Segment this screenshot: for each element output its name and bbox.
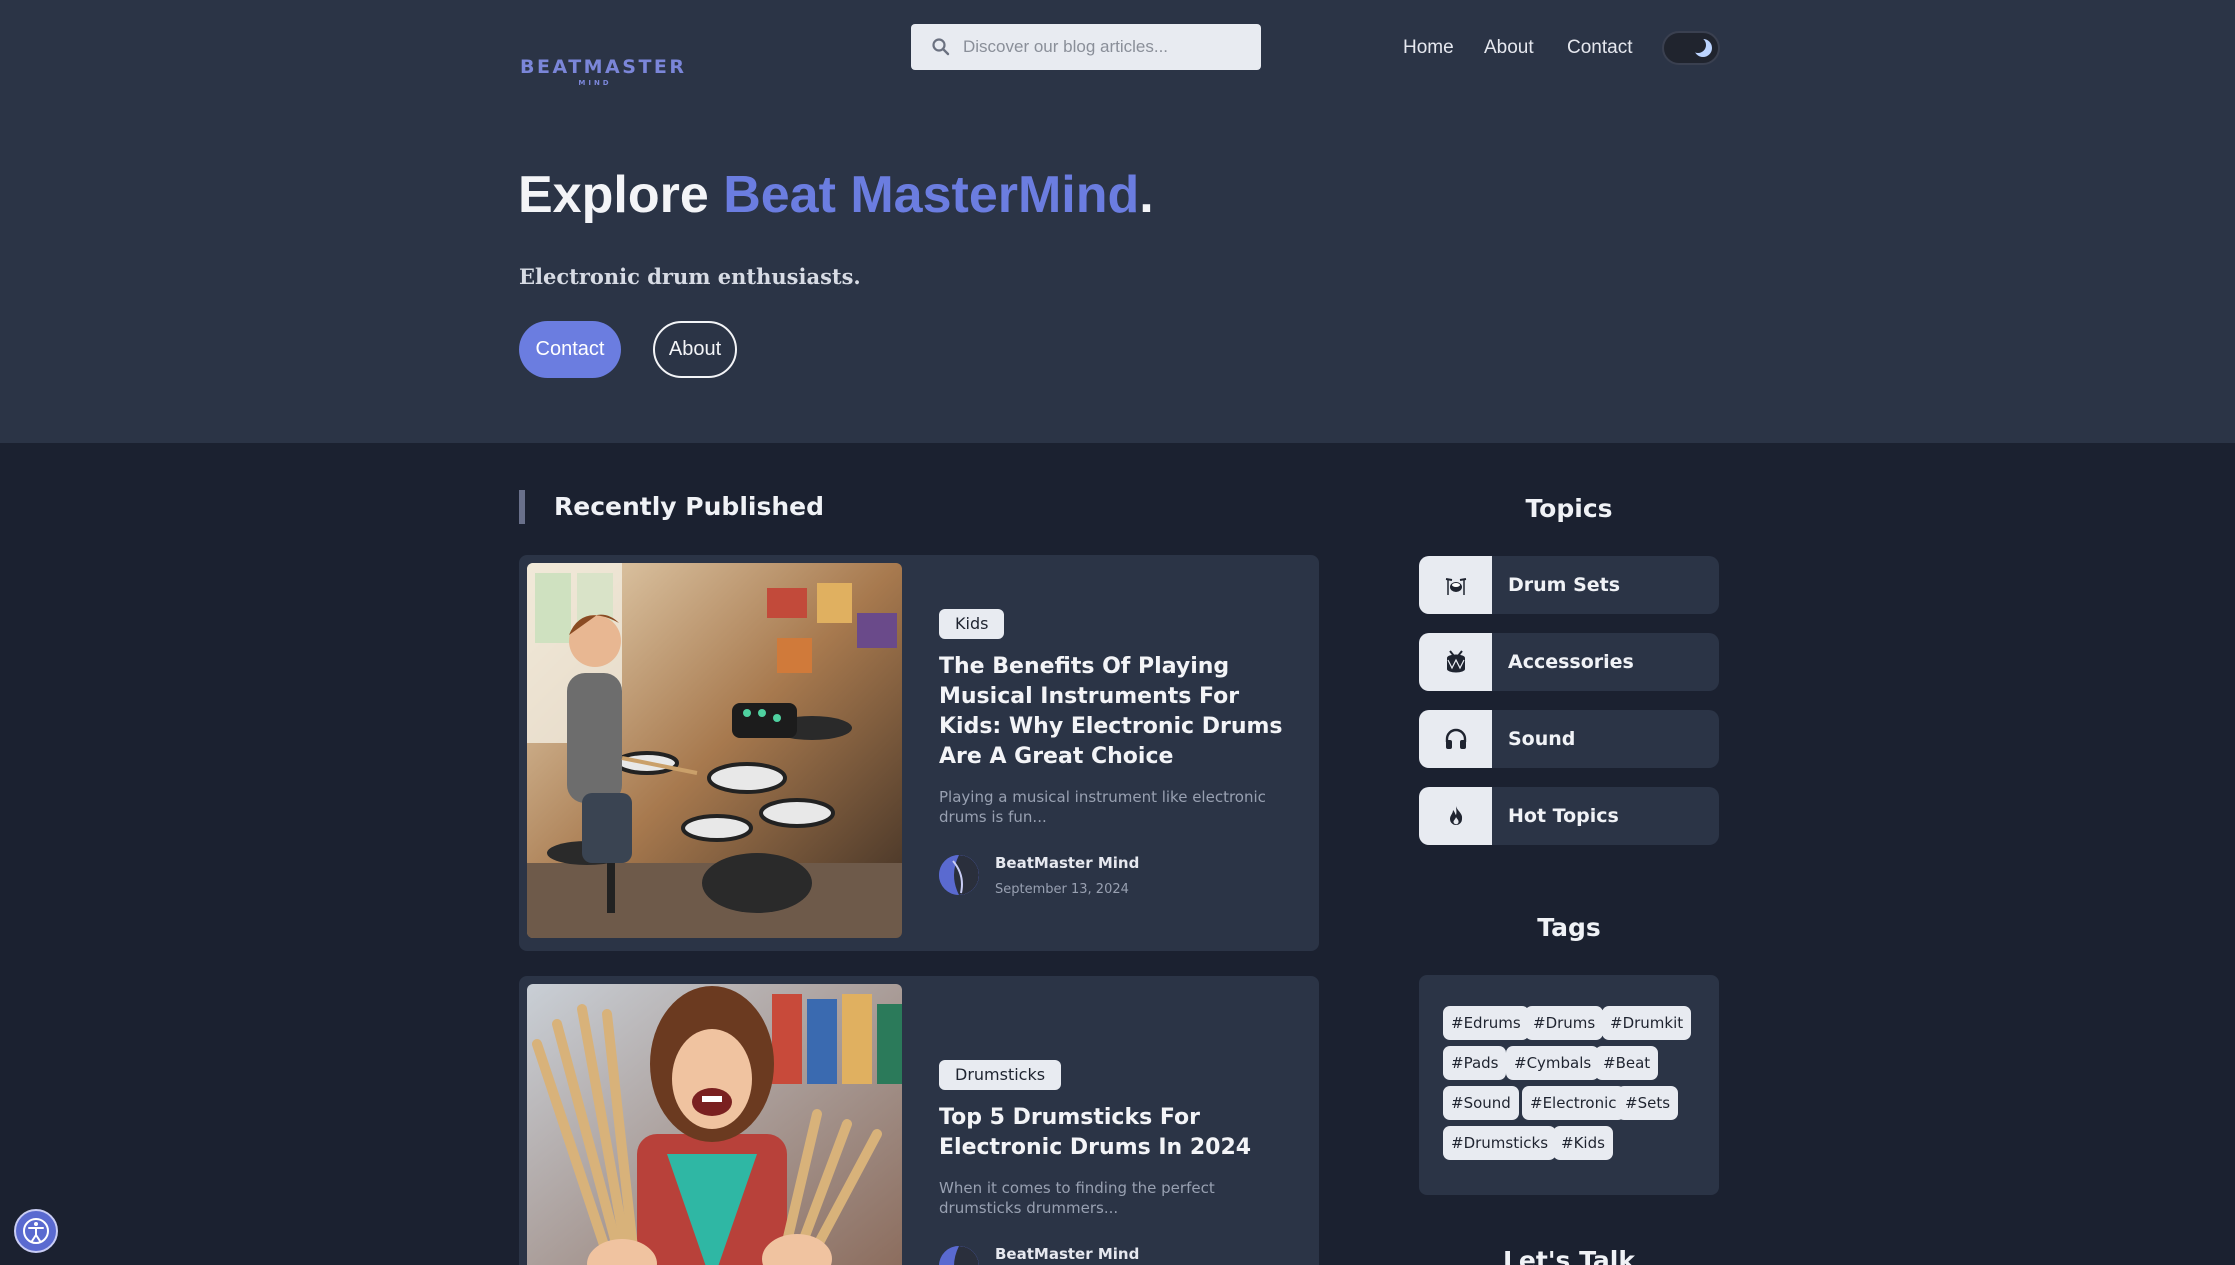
- kid-playing-drums-image: [527, 563, 902, 938]
- tag-chip[interactable]: #Pads: [1443, 1046, 1507, 1080]
- theme-toggle[interactable]: [1662, 31, 1720, 65]
- post-card[interactable]: Kids The Benefits Of Playing Musical Ins…: [519, 555, 1319, 951]
- tag-chip[interactable]: #Edrums: [1443, 1006, 1529, 1040]
- logo-waveform-icon: [522, 6, 666, 56]
- tag-chip[interactable]: #Drums: [1525, 1006, 1604, 1040]
- tags-heading: Tags: [1537, 913, 1601, 942]
- post-title[interactable]: The Benefits Of Playing Musical Instrume…: [939, 652, 1289, 772]
- topic-label: Sound: [1508, 728, 1576, 750]
- post-image[interactable]: [527, 563, 902, 938]
- search-input[interactable]: [963, 24, 1253, 70]
- tag-chip[interactable]: #Drumsticks: [1443, 1126, 1557, 1160]
- recently-published-heading: Recently Published: [519, 490, 824, 524]
- tag-chip[interactable]: #Kids: [1553, 1126, 1613, 1160]
- hero-contact-button[interactable]: Contact: [519, 321, 621, 378]
- headphones-icon: [1445, 728, 1467, 749]
- post-title[interactable]: Top 5 Drumsticks For Electronic Drums In…: [939, 1103, 1289, 1163]
- topic-icon-box: [1419, 556, 1492, 614]
- search-bar[interactable]: [911, 24, 1261, 70]
- tag-chip[interactable]: #Cymbals: [1506, 1046, 1600, 1080]
- drum-set-icon: [1445, 578, 1467, 595]
- author-avatar: [939, 1246, 979, 1265]
- woman-holding-drumsticks-image: [527, 984, 902, 1265]
- hero-tagline: Electronic drum enthusiasts.: [519, 264, 861, 289]
- topic-icon-box: [1419, 633, 1492, 691]
- topic-sound[interactable]: Sound: [1419, 710, 1719, 768]
- nav-contact-link[interactable]: Contact: [1567, 37, 1632, 59]
- drum-icon: [1447, 650, 1465, 673]
- topic-accessories[interactable]: Accessories: [1419, 633, 1719, 691]
- accessibility-icon: [23, 1218, 49, 1244]
- topic-icon-box: [1419, 787, 1492, 845]
- logo-subtext: MIND: [578, 79, 612, 87]
- author-avatar-icon: [939, 1246, 979, 1265]
- post-excerpt: Playing a musical instrument like electr…: [939, 788, 1266, 826]
- post-author[interactable]: BeatMaster Mind: [995, 854, 1139, 872]
- post-excerpt: When it comes to finding the perfect dru…: [939, 1179, 1215, 1217]
- tag-chip[interactable]: #Sets: [1617, 1086, 1679, 1120]
- topic-label: Hot Topics: [1508, 805, 1619, 827]
- topics-heading: Topics: [1525, 494, 1613, 523]
- post-card[interactable]: Drumsticks Top 5 Drumsticks For Electron…: [519, 976, 1319, 1265]
- hero-title-suffix: .: [1139, 166, 1154, 224]
- topic-drum-sets[interactable]: Drum Sets: [1419, 556, 1719, 614]
- author-avatar-icon: [939, 855, 979, 895]
- post-image[interactable]: [527, 984, 902, 1265]
- topic-icon-box: [1419, 710, 1492, 768]
- nav-about-link[interactable]: About: [1484, 37, 1534, 59]
- lets-talk-heading: Let's Talk: [1503, 1246, 1635, 1265]
- tag-chip[interactable]: #Beat: [1595, 1046, 1659, 1080]
- post-category-badge[interactable]: Kids: [939, 609, 1005, 639]
- topic-hot-topics[interactable]: Hot Topics: [1419, 787, 1719, 845]
- author-avatar: [939, 855, 979, 895]
- accessibility-button[interactable]: [14, 1209, 58, 1253]
- topic-label: Accessories: [1508, 651, 1634, 673]
- nav-home-link[interactable]: Home: [1403, 37, 1454, 59]
- tags-panel: #Edrums #Drums #Drumkit #Pads #Cymbals #…: [1419, 975, 1719, 1195]
- tag-chip[interactable]: #Sound: [1443, 1086, 1519, 1120]
- post-author[interactable]: BeatMaster Mind: [995, 1245, 1139, 1263]
- tag-chip[interactable]: #Electronic: [1522, 1086, 1625, 1120]
- hero-title: Explore Beat MasterMind.: [518, 165, 1154, 225]
- site-logo[interactable]: BEATMASTER MIND: [520, 6, 687, 87]
- hero-title-brand: Beat MasterMind: [723, 166, 1140, 224]
- tag-chip[interactable]: #Drumkit: [1602, 1006, 1692, 1040]
- topic-label: Drum Sets: [1508, 574, 1621, 596]
- hero-about-button[interactable]: About: [653, 321, 737, 378]
- hero-title-prefix: Explore: [518, 166, 724, 224]
- moon-icon: [1692, 37, 1712, 57]
- post-category-badge[interactable]: Drumsticks: [939, 1060, 1062, 1090]
- logo-text: BEATMASTER: [520, 56, 687, 78]
- fire-icon: [1450, 806, 1463, 825]
- post-date: September 13, 2024: [995, 882, 1129, 897]
- search-icon: [932, 38, 950, 56]
